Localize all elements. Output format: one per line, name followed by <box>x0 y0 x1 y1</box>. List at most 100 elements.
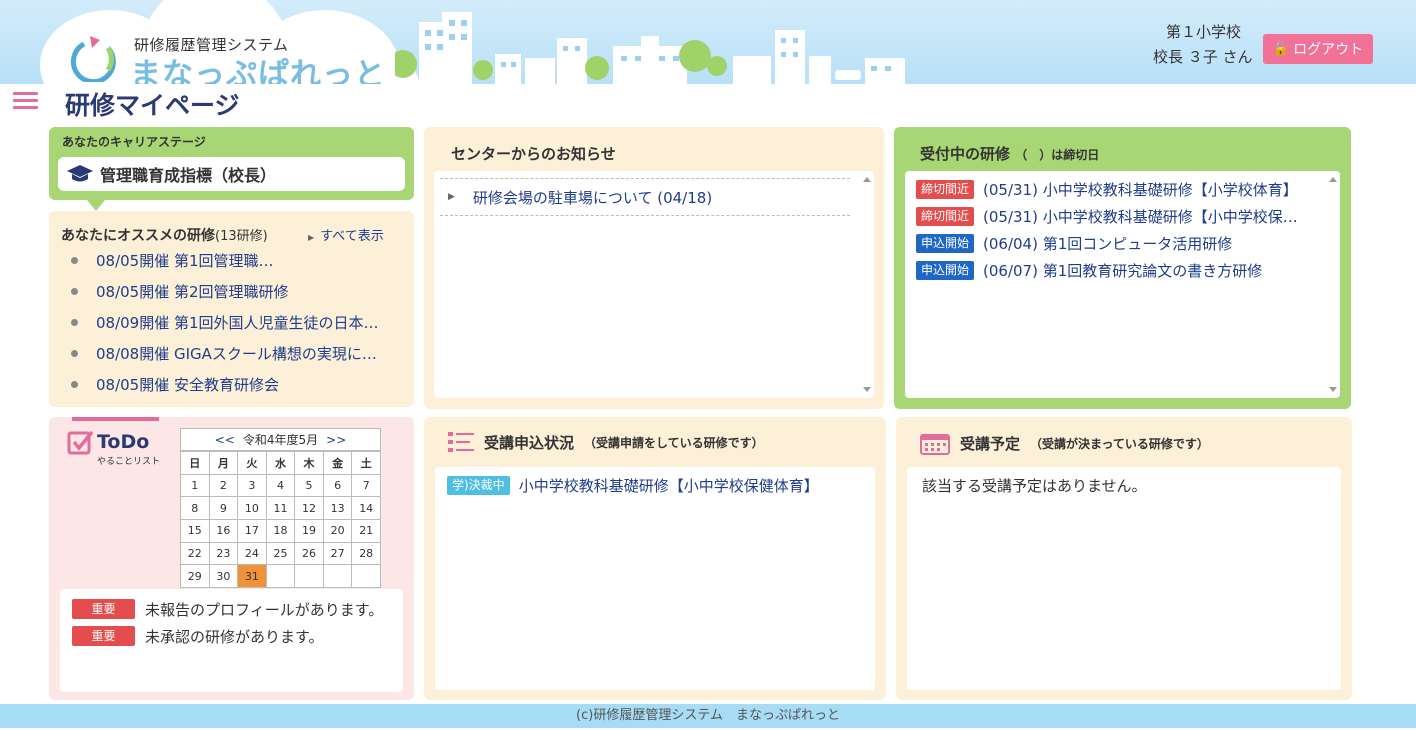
calendar-day[interactable]: 24 <box>237 541 267 566</box>
show-all-link[interactable]: ▶ すべて表示 <box>308 225 384 244</box>
city-skyline-illustration <box>395 12 905 84</box>
calendar-day[interactable]: 7 <box>351 473 381 498</box>
calendar-day <box>351 564 381 589</box>
calendar-day[interactable]: 5 <box>294 473 324 498</box>
calendar-icon <box>920 434 950 455</box>
recommend-list: 08/05開催 第1回管理職… 08/05開催 第2回管理職研修 08/09開催… <box>71 245 379 400</box>
calendar-header: << 令和4年度5月 >> <box>180 428 381 451</box>
calendar-day[interactable]: 1 <box>180 473 210 498</box>
apply-status-panel: 受講申込状況 （受講申請をしている研修です） 学)決裁中 小中学校教科基礎研修【小中… <box>424 417 886 700</box>
logo-cycle-icon <box>70 36 116 82</box>
recommend-item[interactable]: 08/05開催 第2回管理職研修 <box>71 276 379 307</box>
bullet-icon <box>71 319 78 326</box>
todo-item[interactable]: 重要 未報告のプロフィールがあります。 <box>72 599 383 619</box>
open-trainings-scrollbar[interactable] <box>1328 175 1338 394</box>
recommend-item[interactable]: 08/08開催 GIGAスクール構想の実現に… <box>71 338 379 369</box>
news-scrollbar[interactable] <box>862 175 872 394</box>
calendar-weekday: 土 <box>351 451 381 475</box>
calendar-weekday: 木 <box>294 451 324 475</box>
apply-status-title: 受講申込状況 （受講申請をしている研修です） <box>448 431 764 453</box>
recommend-item[interactable]: 08/09開催 第1回外国人児童生徒の日本… <box>71 307 379 338</box>
calendar-day[interactable]: 10 <box>237 496 267 521</box>
logout-button[interactable]: 🔓 ログアウト <box>1263 34 1373 64</box>
news-title: センターからのお知らせ <box>451 145 616 163</box>
calendar-day[interactable]: 6 <box>322 473 353 498</box>
open-training-item[interactable]: 締切間近 (05/31) 小中学校教科基礎研修【小学校体育】 <box>916 179 1298 199</box>
news-item[interactable]: ▶ 研修会場の駐車場について (04/18) <box>440 178 850 216</box>
recommend-item[interactable]: 08/05開催 安全教育研修会 <box>71 369 379 400</box>
open-training-item[interactable]: 申込開始 (06/07) 第1回教育研究論文の書き方研修 <box>916 260 1262 280</box>
bullet-icon <box>71 350 78 357</box>
todo-item[interactable]: 重要 未承認の研修があります。 <box>72 626 324 646</box>
todo-list: 重要 未報告のプロフィールがあります。 重要 未承認の研修があります。 <box>60 589 403 692</box>
calendar-day[interactable]: 8 <box>180 496 210 521</box>
calendar-weekday: 月 <box>208 451 239 475</box>
calendar-day[interactable]: 4 <box>265 473 296 498</box>
recommend-panel: あなたにオススメの研修(13研修) ▶ すべて表示 08/05開催 第1回管理職…… <box>49 211 414 407</box>
open-trainings-note: （ ）は締切日 <box>1015 148 1100 162</box>
open-trainings-title: 受付中の研修 （ ）は締切日 <box>920 145 1100 163</box>
calendar-day-today[interactable]: 31 <box>237 564 267 589</box>
calendar-day[interactable]: 28 <box>351 541 381 566</box>
school-name: 第１小学校 <box>1166 23 1242 41</box>
calendar-day[interactable]: 30 <box>208 564 239 589</box>
calendar-day[interactable]: 18 <box>265 519 296 543</box>
calendar-prev-button[interactable]: << <box>215 433 235 447</box>
calendar-day <box>265 564 296 589</box>
todo-panel: ToDo やることリスト << 令和4年度5月 >> 日月火水木金土 12345… <box>49 417 414 700</box>
calendar-day[interactable]: 13 <box>322 496 353 521</box>
open-trainings-panel: 受付中の研修 （ ）は締切日 締切間近 (05/31) 小中学校教科基礎研修【小学… <box>894 127 1351 409</box>
calendar-day[interactable]: 12 <box>294 496 324 521</box>
calendar-day[interactable]: 3 <box>237 473 267 498</box>
career-stage-label: あなたのキャリアステージ <box>62 135 206 149</box>
deadline-badge: 締切間近 <box>916 206 975 226</box>
calendar-day[interactable]: 9 <box>208 496 239 521</box>
page-title: 研修マイページ <box>65 91 240 120</box>
calendar-day[interactable]: 14 <box>351 496 381 521</box>
calendar-day[interactable]: 15 <box>180 519 210 543</box>
triangle-right-icon: ▶ <box>308 233 315 242</box>
calendar-day[interactable]: 17 <box>237 519 267 543</box>
schedule-list: 該当する受講予定はありません。 <box>907 467 1341 690</box>
important-badge: 重要 <box>72 626 135 646</box>
todo-accent-bar <box>72 417 159 421</box>
unlock-icon: 🔓 <box>1272 41 1290 57</box>
todo-subtitle: やることリスト <box>97 457 161 467</box>
calendar-day[interactable]: 16 <box>208 519 239 543</box>
checkbox-icon <box>67 430 94 455</box>
recommend-item[interactable]: 08/05開催 第1回管理職… <box>71 245 379 276</box>
schedule-panel: 受講予定 （受講が決まっている研修です） 該当する受講予定はありません。 <box>896 417 1352 700</box>
career-stage-box: 管理職育成指標（校長） <box>58 157 405 191</box>
bullet-icon <box>71 288 78 295</box>
calendar-day[interactable]: 20 <box>322 519 353 543</box>
calendar-day[interactable]: 2 <box>208 473 239 498</box>
apply-status-item[interactable]: 学)決裁中 小中学校教科基礎研修【小中学校保健体育】 <box>447 475 819 496</box>
recommend-count: (13研修) <box>215 229 268 244</box>
calendar-day[interactable]: 25 <box>265 541 296 566</box>
calendar-day[interactable]: 26 <box>294 541 324 566</box>
calendar-day[interactable]: 11 <box>265 496 296 521</box>
logout-label: ログアウト <box>1293 42 1364 58</box>
calendar-weekday: 日 <box>180 451 210 475</box>
open-training-item[interactable]: 申込開始 (06/04) 第1回コンピュータ活用研修 <box>916 233 1232 253</box>
calendar-day[interactable]: 27 <box>322 541 353 566</box>
open-badge: 申込開始 <box>916 260 975 280</box>
calendar-day[interactable]: 29 <box>180 564 210 589</box>
header: 研修履歴管理システム まなっぷぱれっと 第１小学校 校長 ３子 さん 🔓 ログア… <box>0 0 1416 84</box>
calendar-day <box>294 564 324 589</box>
calendar-day[interactable]: 23 <box>208 541 239 566</box>
open-training-item[interactable]: 締切間近 (05/31) 小中学校教科基礎研修【小中学校保… <box>916 206 1298 226</box>
calendar-day[interactable]: 21 <box>351 519 381 543</box>
user-name: 校長 ３子 さん <box>1153 48 1253 66</box>
hamburger-menu-icon[interactable] <box>13 92 38 110</box>
career-stage-value: 管理職育成指標（校長） <box>100 166 277 185</box>
calendar-day[interactable]: 22 <box>180 541 210 566</box>
calendar-weekday: 火 <box>237 451 267 475</box>
calendar-next-button[interactable]: >> <box>326 433 346 447</box>
footer: (c)研修履歴管理システム まなっぷぱれっと <box>0 704 1416 728</box>
logo-title: まなっぷぱれっと <box>130 57 386 84</box>
open-trainings-list: 締切間近 (05/31) 小中学校教科基礎研修【小学校体育】 締切間近 (05/31… <box>905 171 1340 398</box>
calendar-day[interactable]: 19 <box>294 519 324 543</box>
news-list: ▶ 研修会場の駐車場について (04/18) <box>434 171 874 398</box>
calendar-month: 令和4年度5月 <box>242 433 319 447</box>
